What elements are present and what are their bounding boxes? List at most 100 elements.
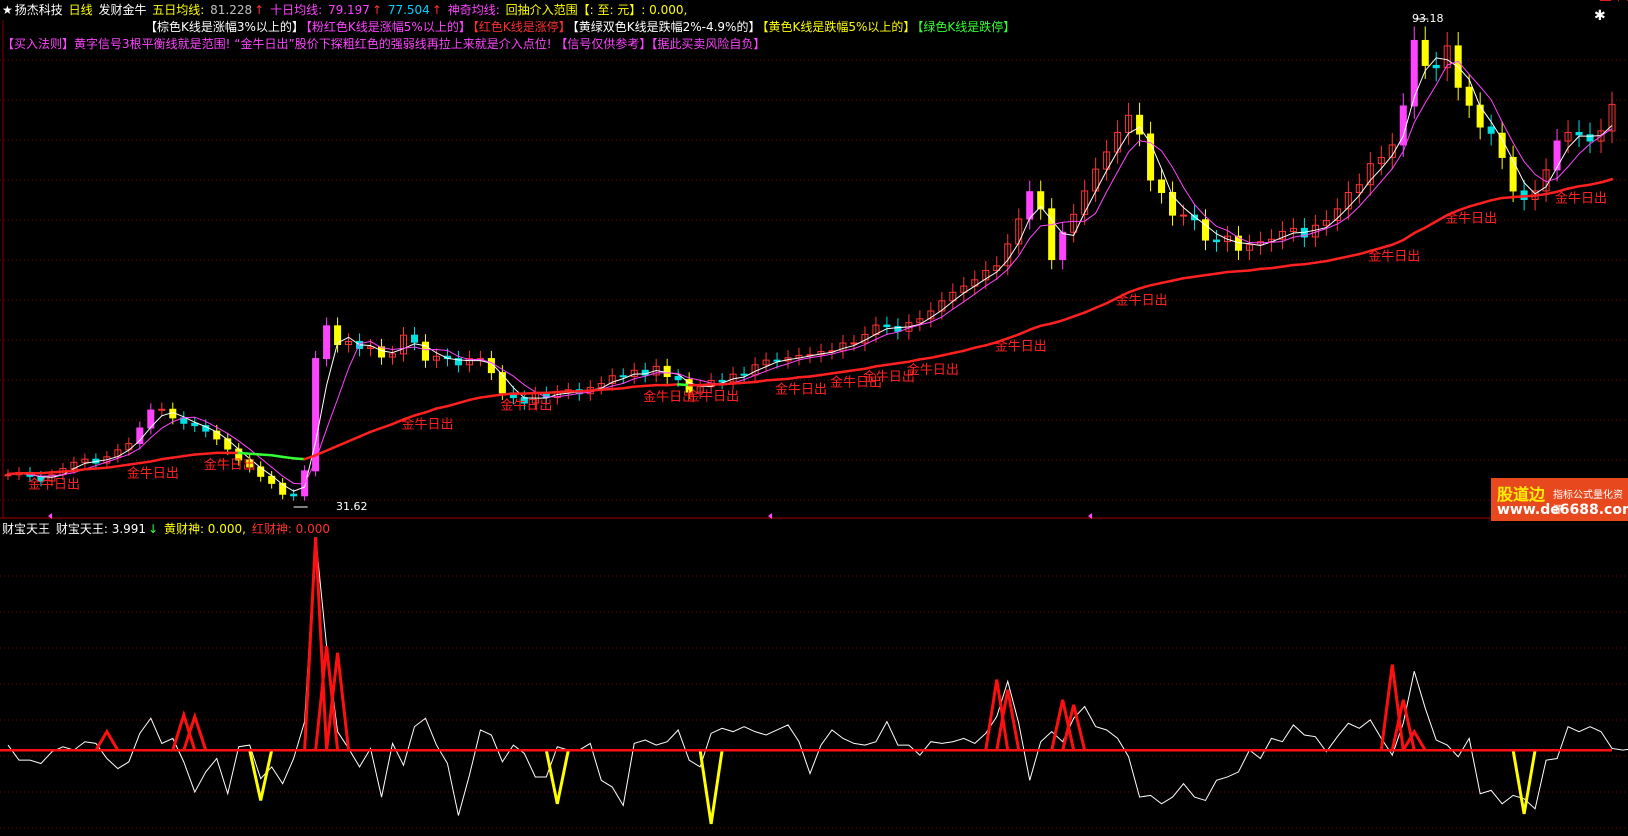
strength-ma-segment: [918, 356, 933, 361]
signal-label: 金牛日出: [1599, 0, 1628, 4]
strength-ma-segment: [1533, 192, 1548, 197]
candle-body: [773, 359, 781, 362]
strength-ma-segment: [578, 389, 592, 393]
strength-ma-segment: [1599, 177, 1614, 184]
candle-body: [290, 493, 298, 497]
strength-ma-segment: [358, 430, 372, 438]
strength-ma-segment: [281, 455, 295, 460]
strength-ma-segment: [424, 407, 438, 414]
candle-body: [1180, 214, 1188, 217]
strength-ma-segment: [753, 379, 768, 384]
candle-body: [1059, 231, 1067, 261]
strength-ma-segment: [1193, 273, 1207, 278]
candle-body: [1487, 126, 1495, 134]
strength-ma-segment: [259, 453, 273, 457]
star-icon[interactable]: ★: [2, 3, 13, 17]
strength-ma-segment: [204, 451, 218, 455]
strength-ma-segment: [1248, 267, 1262, 272]
candle-body: [158, 408, 166, 411]
candle-body: [1421, 39, 1429, 66]
strength-ma-segment: [1226, 270, 1240, 274]
strength-ma-segment: [336, 439, 350, 448]
strength-ma-segment: [731, 381, 746, 385]
strength-ma-segment: [72, 468, 87, 473]
ma-extra-value: 77.504: [387, 3, 430, 17]
strength-ma-segment: [6, 471, 21, 476]
strength-ma-segment: [1325, 257, 1339, 263]
yellow-god-dip: [698, 750, 724, 825]
pullback-range: 回抽介入范围【: 至: 元】: 0.000,: [505, 3, 688, 17]
indicator-name: 发财金牛: [98, 3, 147, 17]
chart-canvas: 金牛日出金牛日出金牛日出金牛日出金牛日出金牛日出金牛日出 金牛日出 金牛日出金牛日出…: [0, 0, 1628, 829]
strength-ma-segment: [1127, 287, 1141, 294]
signal-label: 金牛日出: [687, 388, 739, 404]
legend-item-3: 【黄绿双色K线是跌幅2%-4.9%的】: [572, 20, 761, 34]
strength-ma-segment: [1500, 195, 1515, 200]
strength-ma-segment: [621, 385, 636, 390]
strength-ma-segment: [643, 383, 658, 388]
price-high-label: 93.18: [1412, 12, 1444, 25]
strength-ma-segment: [1006, 333, 1020, 340]
strength-ma-segment: [1292, 262, 1306, 267]
strength-ma-segment: [127, 461, 142, 466]
signal-label: 金牛日出: [1116, 292, 1168, 308]
strength-ma-segment: [951, 349, 966, 355]
strength-ma-segment: [742, 380, 757, 385]
strength-ma-segment: [665, 383, 680, 387]
watermark-badge: 股道边 指标公式量化资源 www.de6688.com: [1491, 478, 1628, 521]
subchart-arrow-icon: ↓: [148, 522, 159, 536]
strength-ma-segment: [193, 452, 208, 456]
price-low-label: 31.62: [336, 500, 368, 513]
yellow-god-value: 黄财神: 0.000,: [163, 522, 246, 536]
signal-label: 金牛日出: [907, 362, 959, 378]
strength-ma-segment: [1204, 272, 1218, 277]
close-icon[interactable]: ✱: [1594, 8, 1606, 24]
ma10-line: [7, 60, 1613, 485]
subchart-value: 财宝天王: 3.991: [55, 522, 147, 536]
strength-ma-segment: [380, 422, 394, 430]
candle-body: [883, 324, 891, 328]
strength-ma-segment: [83, 467, 98, 471]
strength-ma-segment: [907, 358, 922, 363]
strength-ma-segment: [1566, 185, 1581, 190]
candle-body: [421, 341, 430, 361]
strength-ma-segment: [1270, 265, 1284, 270]
strength-ma-segment: [1138, 284, 1152, 290]
strength-ma-segment: [1303, 261, 1317, 266]
strength-ma-segment: [1259, 266, 1273, 271]
strength-ma-segment: [1478, 199, 1493, 205]
signal-label: 金牛日出: [1445, 211, 1497, 227]
strength-ma-segment: [446, 401, 460, 408]
strength-ma-segment: [413, 411, 427, 417]
strength-ma-segment: [479, 394, 493, 399]
strength-ma-segment: [1380, 243, 1394, 250]
strength-ma-segment: [292, 457, 306, 461]
strength-ma-segment: [1423, 220, 1438, 229]
signal-label: 金牛日出: [500, 398, 552, 414]
strength-ma-segment: [1456, 205, 1471, 212]
candle-body: [1465, 86, 1473, 106]
candle-body: [1498, 132, 1506, 158]
strength-ma-segment: [501, 392, 515, 396]
candle-body: [663, 365, 671, 378]
strength-ma-segment: [610, 386, 625, 391]
strength-ma-segment: [1072, 311, 1086, 318]
candle-body: [674, 376, 682, 381]
strength-ma-segment: [468, 396, 482, 402]
candle-body: [410, 334, 419, 343]
strength-ma-segment: [830, 370, 845, 375]
signal-label: 金牛日出: [127, 466, 179, 482]
strength-ma-segment: [94, 466, 109, 470]
signal-label: 金牛日出: [995, 338, 1047, 354]
period-label[interactable]: 日线: [69, 3, 93, 17]
red-god-peak: [1379, 664, 1405, 751]
legend-item-1: 【粉红色K线是涨幅5%以上的】: [305, 20, 471, 34]
strength-ma-segment: [1149, 281, 1163, 287]
signal-label: 金牛日出: [1555, 190, 1607, 206]
strength-ma-segment: [61, 469, 76, 473]
candle-body: [1158, 179, 1166, 194]
strength-ma-segment: [369, 426, 383, 434]
signal-label: 金牛日出: [1368, 249, 1420, 265]
strength-ma-segment: [1028, 324, 1042, 331]
candle-body: [850, 342, 858, 345]
